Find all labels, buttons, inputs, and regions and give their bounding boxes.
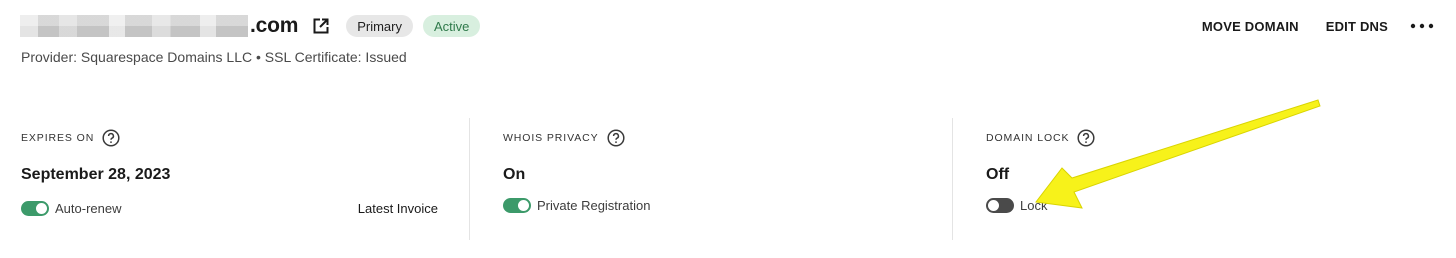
auto-renew-label: Auto-renew xyxy=(55,201,122,216)
domain-subtitle: Provider: Squarespace Domains LLC • SSL … xyxy=(21,49,407,65)
lock-toggle[interactable] xyxy=(986,198,1014,213)
domain-lock-card: DOMAIN LOCK Off Lock xyxy=(986,118,1426,240)
whois-privacy-label: WHOIS PRIVACY xyxy=(503,132,599,144)
primary-badge: Primary xyxy=(346,15,413,37)
active-status-badge: Active xyxy=(423,15,481,37)
more-options-icon[interactable] xyxy=(1410,16,1434,36)
card-divider xyxy=(952,118,953,240)
move-domain-button[interactable]: MOVE DOMAIN xyxy=(1202,19,1299,34)
domain-lock-status: Off xyxy=(986,166,1010,183)
lock-label: Lock xyxy=(1020,198,1048,213)
expires-card: EXPIRES ON September 28, 2023 Auto-renew… xyxy=(21,118,438,240)
whois-privacy-status: On xyxy=(503,166,526,183)
domain-title-row: .com Primary Active xyxy=(20,12,481,40)
card-divider xyxy=(469,118,470,240)
expiration-date: September 28, 2023 xyxy=(21,166,171,183)
private-registration-label: Private Registration xyxy=(537,198,651,213)
auto-renew-toggle[interactable] xyxy=(21,201,49,216)
private-registration-toggle[interactable] xyxy=(503,198,531,213)
help-icon[interactable] xyxy=(102,129,120,147)
redacted-domain-name xyxy=(20,15,248,37)
whois-privacy-card: WHOIS PRIVACY On Private Registration xyxy=(503,118,923,240)
external-link-icon[interactable] xyxy=(312,17,330,35)
latest-invoice-link[interactable]: Latest Invoice xyxy=(358,201,438,216)
help-icon[interactable] xyxy=(1077,129,1095,147)
edit-dns-button[interactable]: EDIT DNS xyxy=(1326,19,1388,34)
domain-tld: .com xyxy=(250,14,299,37)
expires-label: EXPIRES ON xyxy=(21,132,95,144)
domain-lock-label: DOMAIN LOCK xyxy=(986,132,1070,144)
header-actions: MOVE DOMAIN EDIT DNS xyxy=(1175,16,1434,36)
help-icon[interactable] xyxy=(606,129,625,147)
domain-info-cards: EXPIRES ON September 28, 2023 Auto-renew… xyxy=(0,118,1456,240)
